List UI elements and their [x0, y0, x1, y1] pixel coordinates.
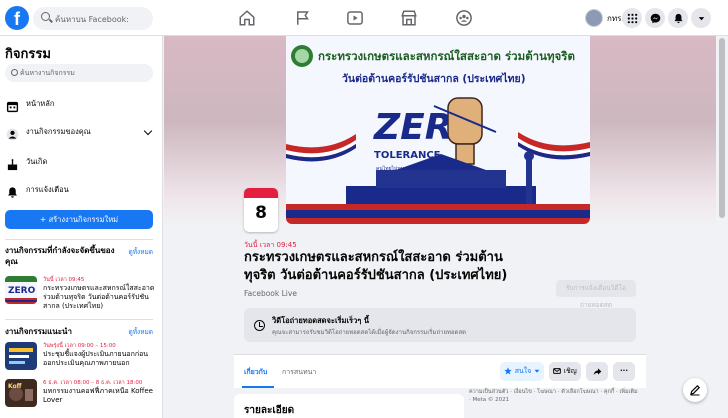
sidebar-item-notifications[interactable]: การแจ้งเตือน — [5, 180, 155, 200]
home-icon[interactable] — [238, 9, 256, 27]
list-item[interactable]: Koff 6 ธ.ค. เวลา 08:00 – 8 ธ.ค. เวลา 18:… — [5, 379, 155, 409]
event-thumbnail: Koff — [5, 379, 37, 407]
grid-icon — [627, 13, 637, 23]
avatar — [585, 9, 603, 27]
upcoming-events-heading: งานกิจกรรมที่กำลังจะจัดขึ้นของคุณ — [5, 246, 115, 266]
tab-discussion[interactable]: การสนทนา — [282, 367, 316, 378]
see-all-link[interactable]: ดูทั้งหมด — [129, 247, 153, 257]
notice-subtitle: คุณจะสามารถรับชมวิดีโอถ่ายทอดสดได้เมื่อผ… — [272, 329, 467, 336]
divider — [5, 319, 153, 320]
user-icon — [6, 126, 19, 140]
tab-about[interactable]: เกี่ยวกับ — [244, 367, 267, 378]
event-time: วันพรุ่งนี้ เวลา 09:00 – 15:00 — [43, 343, 116, 349]
live-notice: วิดีโอถ่ายทอดสดจะเริ่มเร็วๆ นี้ คุณจะสาม… — [244, 308, 636, 342]
mail-icon — [553, 368, 562, 374]
active-tab-indicator — [242, 386, 274, 388]
event-thumbnail: ZERO — [5, 276, 37, 304]
event-search-placeholder: ค้นหางานกิจกรรม — [20, 69, 75, 77]
clock-icon — [254, 320, 265, 331]
search-placeholder: ค้นหาบน Facebook: — [55, 15, 129, 24]
scrollbar-thumb[interactable] — [719, 38, 725, 218]
chevron-down-icon[interactable] — [143, 126, 153, 136]
messenger-icon — [650, 13, 660, 23]
svg-text:Koff: Koff — [8, 383, 22, 390]
event-time: 6 ธ.ค. เวลา 08:00 – 8 ธ.ค. เวลา 18:00 — [43, 380, 143, 386]
search-icon — [11, 69, 18, 76]
scrollbar[interactable] — [716, 36, 728, 418]
watch-icon[interactable] — [346, 9, 364, 27]
calendar-icon — [6, 98, 19, 112]
event-time: วันนี้ เวลา 09:45 — [43, 277, 85, 283]
facebook-logo[interactable]: f — [5, 6, 29, 30]
list-item[interactable]: วันพรุ่งนี้ เวลา 09:00 – 15:00 ประชุมชี้… — [5, 342, 155, 372]
interested-button[interactable]: สนใจ — [500, 362, 544, 381]
caret-down-icon — [534, 369, 539, 373]
details-heading: รายละเอียด — [244, 405, 295, 416]
event-title: กระทรวงเกษตรและสหกรณ์ใสสะอาด ร่วมต้านทุจ… — [244, 250, 508, 283]
more-options-button[interactable]: ··· — [613, 362, 635, 381]
profile-button[interactable]: กทร. — [585, 8, 624, 28]
svg-text:วันต่อต้านคอร์รัปชันสากล (ประเ: วันต่อต้านคอร์รัปชันสากล (ประเทศไทย) — [342, 72, 526, 85]
event-name: มหกรรมงานคอฟฟี่ภาคเหนือ Koffee Lover — [43, 387, 153, 404]
list-item[interactable]: ZERO วันนี้ เวลา 09:45 กระทรวงเกษตรและสห… — [5, 276, 155, 310]
bell-icon — [6, 184, 19, 198]
sidebar-item-label: งานกิจกรรมของคุณ — [26, 127, 91, 136]
event-tabs: เกี่ยวกับ การสนทนา สนใจ เชิญ ··· — [234, 354, 646, 388]
divider — [5, 239, 153, 240]
marketplace-icon[interactable] — [400, 9, 418, 27]
share-button[interactable] — [586, 362, 608, 381]
invite-button[interactable]: เชิญ — [549, 362, 581, 381]
bell-icon — [673, 13, 683, 23]
compose-icon — [690, 384, 701, 396]
event-search-input[interactable]: ค้นหางานกิจกรรม — [5, 64, 153, 82]
live-reminder-button[interactable]: รับการแจ้งเตือนวิดีโอถ่ายทอดสด — [556, 280, 636, 309]
date-card-header — [244, 188, 278, 198]
sidebar-item-label: หน้าหลัก — [26, 99, 55, 108]
notifications-button[interactable] — [668, 8, 688, 28]
menu-button[interactable] — [622, 8, 642, 28]
svg-text:กระทรวงเกษตรและสหกรณ์ใสสะอาด ร: กระทรวงเกษตรและสหกรณ์ใสสะอาด ร่วมต้านทุจ… — [318, 49, 575, 64]
sidebar-title: กิจกรรม — [5, 47, 51, 62]
event-name: กระทรวงเกษตรและสหกรณ์ใสสะอาด ร่วมต้านทุจ… — [43, 284, 155, 310]
event-host: Facebook Live — [244, 289, 297, 298]
cake-icon — [6, 156, 19, 170]
interested-label: สนใจ — [514, 367, 532, 375]
messenger-button[interactable] — [645, 8, 665, 28]
top-bar: f ค้นหาบน Facebook: กทร. — [0, 0, 728, 36]
caret-down-icon — [698, 16, 704, 20]
account-menu-button[interactable] — [691, 8, 711, 28]
pages-icon[interactable] — [294, 9, 312, 27]
share-icon — [593, 367, 601, 375]
date-card: 8 — [244, 188, 278, 232]
search-icon — [41, 12, 50, 21]
event-main: กระทรวงเกษตรและสหกรณ์ใสสะอาด ร่วมต้านทุจ… — [164, 36, 716, 418]
details-card: รายละเอียด — [234, 394, 464, 418]
event-day: 8 — [255, 203, 267, 223]
notice-title: วิดีโอถ่ายทอดสดจะเริ่มเร็วๆ นี้ — [272, 316, 370, 325]
sidebar-item-birthdays[interactable]: วันเกิด — [5, 152, 155, 172]
see-all-link[interactable]: ดูทั้งหมด — [129, 327, 153, 337]
svg-text:ZERO: ZERO — [8, 286, 36, 296]
star-icon — [504, 367, 513, 375]
footer-links[interactable]: ความเป็นส่วนตัว · เงื่อนไข · โฆษณา · ตัว… — [469, 388, 639, 404]
event-thumbnail — [5, 342, 37, 370]
sidebar-item-label: การแจ้งเตือน — [26, 185, 69, 194]
event-cover-image[interactable]: กระทรวงเกษตรและสหกรณ์ใสสะอาด ร่วมต้านทุจ… — [286, 36, 590, 224]
create-event-button[interactable]: + สร้างงานกิจกรรมใหม่ — [5, 210, 153, 229]
sidebar-item-your-events[interactable]: งานกิจกรรมของคุณ — [5, 122, 155, 142]
sidebar-item-home[interactable]: หน้าหลัก — [5, 94, 155, 114]
event-name: ประชุมชี้แจงผู้ประเมินภายนอกก่อนออกประเม… — [43, 350, 149, 367]
groups-icon[interactable] — [455, 9, 473, 27]
left-sidebar: กิจกรรม ค้นหางานกิจกรรม หน้าหลัก งานกิจก… — [0, 36, 163, 418]
search-input[interactable]: ค้นหาบน Facebook: — [33, 7, 153, 30]
new-message-button[interactable] — [683, 378, 707, 402]
invite-label: เชิญ — [563, 367, 577, 375]
sidebar-item-label: วันเกิด — [26, 157, 48, 166]
